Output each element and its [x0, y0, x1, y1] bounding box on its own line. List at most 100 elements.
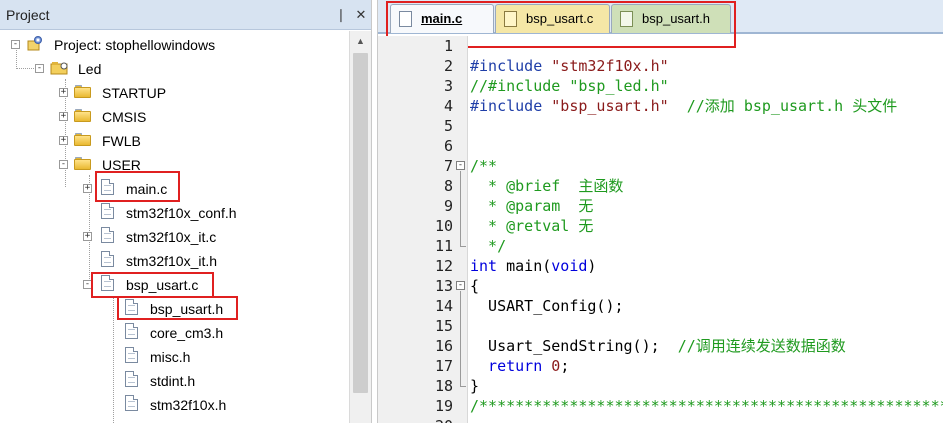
line-number: 12	[434, 257, 453, 275]
code-area[interactable]: #include "stm32f10x.h" //#include "bsp_l…	[470, 36, 943, 423]
file-icon	[101, 251, 114, 267]
fold-guide	[460, 291, 461, 381]
tree-label-project: Project: stophellowindows	[54, 37, 216, 53]
expand-icon[interactable]: +	[59, 136, 68, 145]
tree-label-file: stm32f10x_it.c	[126, 229, 217, 245]
tree-label-file: stm32f10x_conf.h	[126, 205, 237, 221]
tree-item-dependency[interactable]: core_cm3.h	[0, 321, 340, 345]
folder-icon	[74, 85, 91, 98]
code-line: //#include "bsp_led.h"	[470, 76, 669, 96]
code-line: Usart_SendString(); //调用连续发送数据函数	[470, 336, 846, 356]
target-folder-icon	[50, 62, 68, 75]
code-token: * @param 无	[470, 197, 594, 215]
tree-item-dependency[interactable]: misc.h	[0, 345, 340, 369]
code-line: * @retval 无	[470, 216, 593, 236]
expand-icon[interactable]: +	[59, 88, 68, 97]
folder-open-icon	[74, 157, 91, 170]
fold-toggle-icon[interactable]: -	[456, 161, 465, 170]
line-number: 16	[434, 337, 453, 355]
code-token: return	[470, 357, 552, 375]
code-token: )	[587, 257, 597, 275]
line-number: 6	[443, 137, 453, 155]
expand-icon[interactable]: +	[83, 184, 92, 193]
line-number-gutter: 1 2 3 4 5 6 7 8 9 10 11 12 13 14 15 16 1…	[378, 36, 468, 423]
line-number: 1	[443, 37, 453, 55]
tree-label-file: misc.h	[150, 349, 191, 365]
tree-item-group[interactable]: + CMSIS	[0, 105, 340, 129]
code-line: }	[470, 376, 479, 396]
tree-item-file[interactable]: + stm32f10x_it.c	[0, 225, 340, 249]
tree-label-file: stm32f10x.h	[150, 397, 227, 413]
tree-item-project[interactable]: - Project: stophellowindows	[0, 33, 340, 57]
tree-item-dependency[interactable]: stm32f10x.h	[0, 393, 340, 417]
highlight-box-main-c	[95, 171, 180, 202]
code-token: //#include "bsp_led.h"	[470, 77, 669, 95]
line-number: 4	[443, 97, 453, 115]
file-icon	[101, 227, 114, 243]
expand-icon[interactable]: +	[83, 232, 92, 241]
fold-end	[460, 241, 466, 247]
code-token: //调用连续发送数据函数	[659, 337, 846, 355]
line-number: 17	[434, 357, 453, 375]
folder-icon	[74, 109, 91, 122]
tree-label-group: CMSIS	[102, 109, 147, 125]
folder-icon	[74, 133, 91, 146]
line-number: 9	[443, 197, 453, 215]
code-token: main(	[497, 257, 552, 275]
fold-toggle-icon[interactable]: -	[456, 281, 465, 290]
line-number: 5	[443, 117, 453, 135]
collapse-icon[interactable]: -	[59, 160, 68, 169]
collapse-icon[interactable]: -	[35, 64, 44, 73]
code-token: Usart_SendString();	[470, 337, 660, 355]
line-number: 13	[434, 277, 453, 295]
project-panel-header: Project ❘ ✕	[0, 0, 371, 30]
tree-item-target[interactable]: - Led	[0, 57, 340, 81]
code-editor: main.c bsp_usart.c bsp_usart.h 1 2 3 4 5…	[377, 0, 943, 423]
project-icon	[27, 36, 42, 51]
tree-label-group: FWLB	[102, 133, 141, 149]
file-icon	[125, 371, 138, 387]
code-line: {	[470, 276, 479, 296]
scroll-thumb[interactable]	[353, 53, 368, 393]
fold-guide	[460, 171, 461, 241]
code-token: "stm32f10x.h"	[551, 57, 669, 75]
editor-tab-strip: main.c bsp_usart.c bsp_usart.h	[378, 0, 943, 48]
line-number: 11	[434, 237, 453, 255]
code-line: * @brief 主函数	[470, 176, 623, 196]
tree-label-file: stdint.h	[150, 373, 196, 389]
code-line: return 0;	[470, 356, 569, 376]
code-token: #include	[470, 57, 552, 75]
code-token: /***************************************…	[470, 397, 943, 415]
code-token: {	[470, 277, 480, 295]
scroll-up-icon[interactable]: ▲	[352, 33, 369, 50]
tree-label-group: STARTUP	[102, 85, 167, 101]
line-number: 3	[443, 77, 453, 95]
tree-item-dependency[interactable]: stdint.h	[0, 369, 340, 393]
line-number: 14	[434, 297, 453, 315]
tree-item-file[interactable]: stm32f10x_it.h	[0, 249, 340, 273]
code-line: */	[470, 236, 506, 256]
close-panel-icon[interactable]: ✕	[353, 7, 369, 23]
tree-item-file[interactable]: stm32f10x_conf.h	[0, 201, 340, 225]
tree-item-group[interactable]: + FWLB	[0, 129, 340, 153]
tree-item-group[interactable]: + STARTUP	[0, 81, 340, 105]
tree-label-target: Led	[78, 61, 102, 77]
code-token: * @retval 无	[470, 217, 594, 235]
line-number: 2	[443, 57, 453, 75]
project-panel: Project ❘ ✕ - Project: stophellowindows …	[0, 0, 372, 423]
file-icon	[125, 395, 138, 411]
expand-icon[interactable]: +	[59, 112, 68, 121]
line-number: 10	[434, 217, 453, 235]
code-line: USART_Config();	[470, 296, 624, 316]
pin-icon[interactable]: ❘	[333, 7, 349, 23]
code-token: //添加 bsp_usart.h 头文件	[668, 97, 898, 115]
line-number: 18	[434, 377, 453, 395]
tree-scrollbar[interactable]: ▲	[349, 31, 371, 423]
tree-label-file: stm32f10x_it.h	[126, 253, 218, 269]
project-tree: - Project: stophellowindows - Led + STAR…	[0, 31, 349, 423]
code-line: * @param 无	[470, 196, 593, 216]
line-number: 20	[413, 416, 453, 423]
collapse-icon[interactable]: -	[11, 40, 20, 49]
code-token: USART_Config();	[470, 297, 624, 315]
panel-title: Project	[6, 7, 50, 23]
